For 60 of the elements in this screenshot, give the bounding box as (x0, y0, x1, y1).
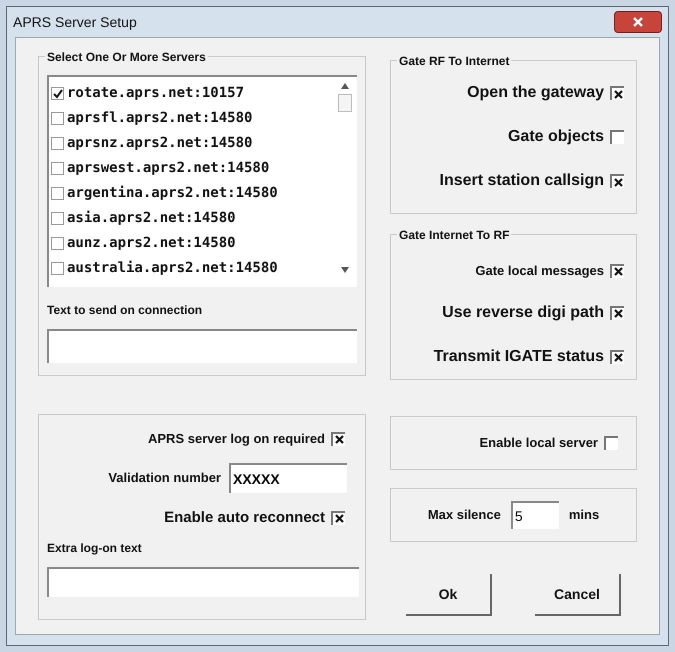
list-item[interactable]: australia.aprs2.net:14580 (67, 258, 278, 279)
cross-icon (614, 309, 622, 318)
scroll-down-icon[interactable] (341, 267, 349, 273)
checkbox[interactable] (51, 112, 64, 125)
option-label: Enable auto reconnect (164, 508, 325, 528)
option-label: APRS server log on required (148, 430, 325, 448)
dialog-button[interactable]: Cancel (535, 574, 621, 616)
checkmark-icon (52, 88, 62, 98)
checkbox[interactable] (604, 436, 618, 450)
checkbox[interactable] (331, 510, 345, 525)
scroll-up-icon[interactable] (341, 83, 349, 89)
input-field[interactable]: XXXXX (229, 462, 347, 492)
checkbox[interactable] (331, 432, 345, 446)
checkbox[interactable] (51, 137, 64, 150)
dialog-button[interactable]: Ok (406, 574, 492, 616)
checkbox[interactable] (51, 237, 64, 250)
checkbox[interactable] (610, 86, 624, 100)
checkbox[interactable] (51, 87, 64, 100)
checkbox[interactable] (610, 350, 624, 364)
option-label: Gate objects (508, 127, 604, 147)
field-label: Extra log-on text (47, 540, 143, 557)
option-label: Open the gateway (467, 83, 604, 103)
field-label: Max silence (428, 506, 501, 524)
option-label: Use reverse digi path (442, 302, 604, 322)
list-item[interactable]: argentina.aprs2.net:14580 (67, 183, 278, 204)
close-icon (632, 16, 644, 28)
cross-icon (334, 435, 344, 444)
list-item[interactable]: aprsfl.aprs2.net:14580 (67, 108, 252, 129)
input-field[interactable] (47, 329, 357, 363)
cross-icon (614, 90, 622, 98)
checkbox[interactable] (610, 264, 624, 278)
option-label: Transmit IGATE status (434, 346, 604, 366)
cross-icon (614, 353, 622, 362)
list-item[interactable]: aprsnz.aprs2.net:14580 (67, 133, 252, 154)
list-item[interactable]: aunz.aprs2.net:14580 (67, 233, 236, 254)
input-field[interactable]: 5 (510, 501, 559, 529)
option-label: Insert station callsign (440, 171, 604, 191)
input-field[interactable] (47, 567, 359, 597)
checkbox[interactable] (51, 212, 64, 225)
list-item[interactable]: rotate.aprs.net:10157 (67, 83, 244, 104)
option-label: Enable local server (479, 434, 598, 452)
checkbox[interactable] (610, 174, 624, 188)
checkbox[interactable] (610, 306, 624, 320)
cross-icon (614, 178, 622, 186)
field-label: Text to send on connection (47, 302, 204, 319)
server-list[interactable]: rotate.aprs.net:10157 aprsfl.aprs2.net:14580 aprsnz.aprs2.net:14580 aprswest.aprs2.net:14580 argentina.aprs2.net:14580 asia.aprs2.net:14580 aunz.aprs2.net:14580 australia.aprs2.net:14580 (47, 75, 357, 287)
scroll-thumb[interactable] (338, 94, 352, 112)
option-label: Gate local messages (475, 262, 604, 280)
cross-icon (334, 514, 344, 524)
checkbox[interactable] (51, 262, 64, 275)
checkbox[interactable] (610, 130, 624, 144)
list-item[interactable]: asia.aprs2.net:14580 (67, 208, 236, 229)
field-label: Validation number (108, 468, 221, 487)
cross-icon (614, 267, 622, 276)
unit-label: mins (568, 506, 600, 524)
checkbox[interactable] (51, 162, 64, 175)
close-button[interactable] (614, 11, 662, 33)
checkbox[interactable] (51, 187, 64, 200)
window-title: APRS Server Setup (13, 12, 137, 32)
list-item[interactable]: aprswest.aprs2.net:14580 (67, 158, 270, 179)
